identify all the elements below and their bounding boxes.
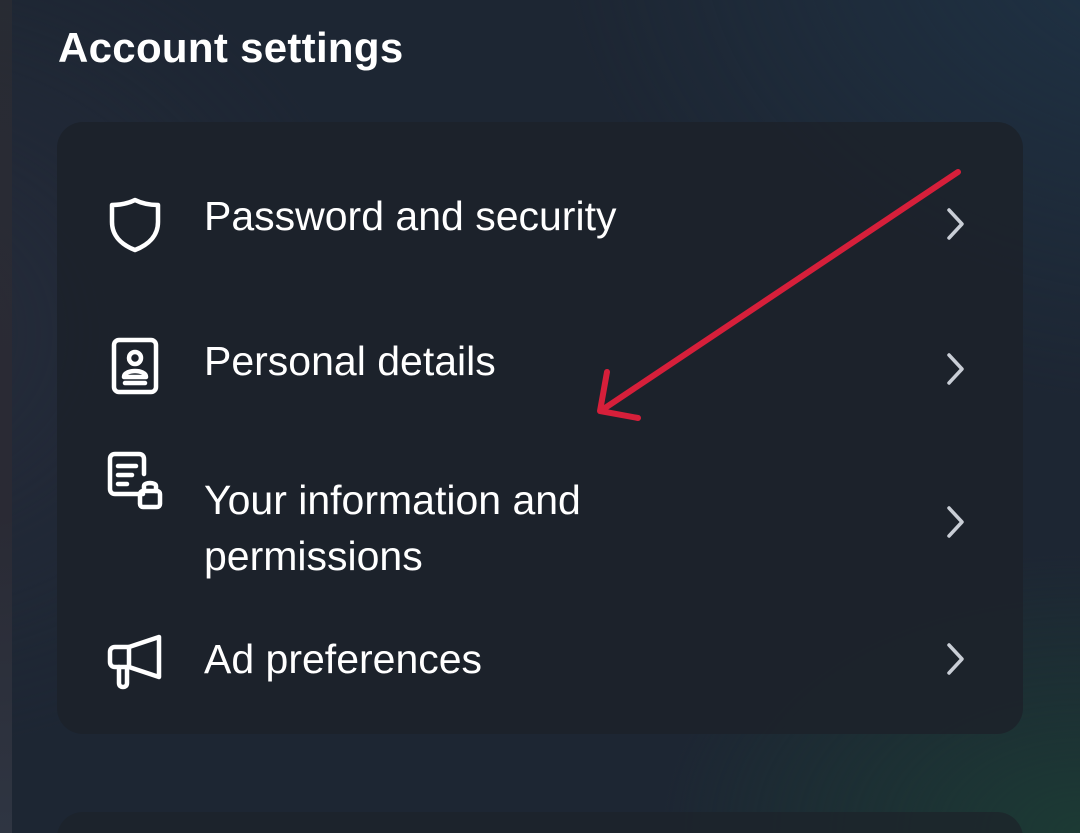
chevron-right-icon (940, 639, 970, 679)
menu-item-label: Personal details (204, 338, 496, 384)
document-lock-icon (105, 450, 165, 510)
page-title: Account settings (58, 24, 404, 71)
menu-item-personal-details[interactable]: Personal details (57, 297, 1023, 442)
menu-item-label: Your information and permissions (204, 477, 581, 579)
chevron-right-icon (940, 349, 970, 389)
menu-item-password-security[interactable]: Password and security (57, 152, 1023, 297)
screen-left-edge (0, 0, 12, 833)
next-section-card (57, 812, 1023, 833)
menu-item-label: Ad preferences (204, 636, 483, 682)
id-card-icon (105, 336, 165, 396)
menu-item-label: Password and security (204, 193, 617, 239)
settings-card: Password and security Personal details Y… (57, 122, 1023, 734)
chevron-right-icon (940, 502, 970, 542)
menu-item-ad-preferences[interactable]: Ad preferences (57, 617, 1023, 734)
shield-icon (105, 194, 165, 254)
chevron-right-icon (940, 204, 970, 244)
menu-item-information-permissions[interactable]: Your information and permissions (57, 442, 1023, 617)
megaphone-icon (105, 631, 165, 691)
